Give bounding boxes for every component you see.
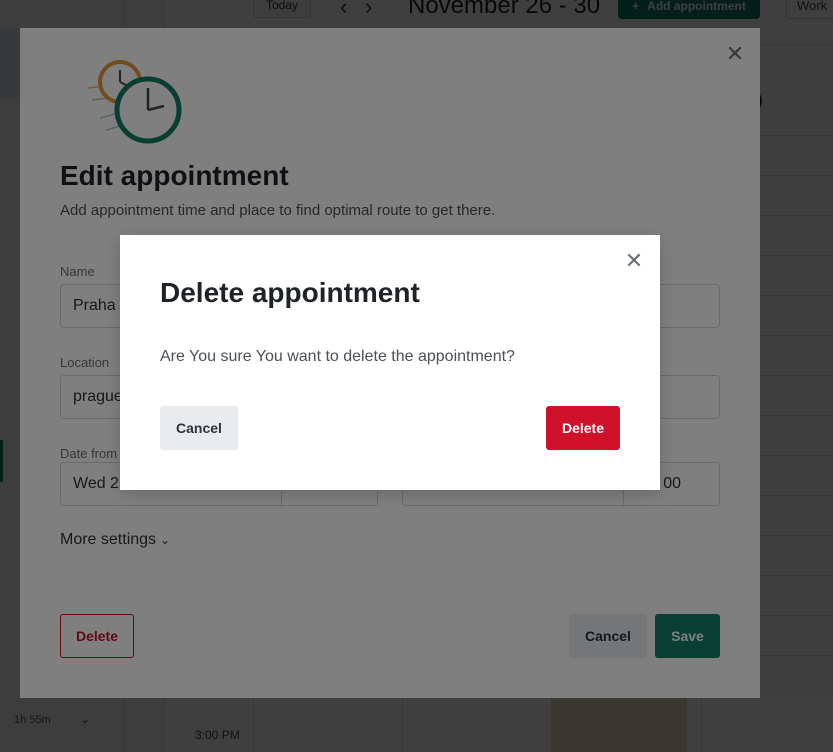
confirm-title: Delete appointment — [160, 277, 420, 308]
confirm-delete-button[interactable]: Delete — [546, 406, 620, 450]
delete-confirmation-dialog: ✕ Delete appointment Are You sure You wa… — [120, 235, 660, 490]
confirm-message: Are You sure You want to delete the appo… — [160, 348, 515, 365]
confirm-cancel-button[interactable]: Cancel — [160, 406, 238, 450]
close-icon[interactable]: ✕ — [622, 248, 646, 273]
